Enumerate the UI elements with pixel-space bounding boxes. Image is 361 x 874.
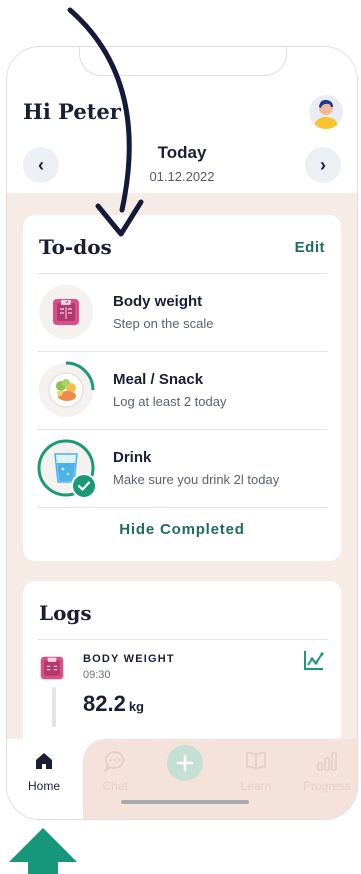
todo-item-drink[interactable]: Drink Make sure you drink 2l today: [37, 431, 327, 507]
book-icon: [226, 749, 286, 773]
log-time: 09:30: [83, 669, 111, 681]
phone-frame: Hi Peter ‹ Today 01.12.2022 › To-dos Edi…: [6, 46, 358, 820]
todo-item-body-weight[interactable]: Body weight Step on the scale: [37, 275, 327, 351]
divider: [37, 351, 327, 352]
chevron-right-icon: ›: [320, 154, 326, 175]
logs-title: Logs: [39, 601, 92, 625]
bar-chart-icon: [297, 749, 357, 773]
checkmark-icon: [71, 473, 97, 499]
scale-icon: [39, 285, 93, 339]
tab-learn[interactable]: Learn: [226, 749, 286, 793]
home-icon: [14, 749, 74, 773]
divider: [37, 639, 327, 640]
date-value: 01.12.2022: [149, 169, 215, 184]
tab-chat[interactable]: Chat: [85, 749, 145, 793]
tab-label: Progress: [302, 779, 352, 793]
tab-home[interactable]: Home: [14, 749, 74, 793]
todo-title: Meal / Snack: [113, 371, 204, 388]
hide-completed-button[interactable]: Hide Completed: [23, 521, 341, 538]
log-value: 82.2 kg: [83, 691, 144, 717]
todo-subtitle: Step on the scale: [113, 316, 214, 331]
todo-title: Body weight: [113, 293, 203, 310]
line-chart-icon[interactable]: [303, 649, 325, 676]
todo-item-meal-snack[interactable]: Meal / Snack Log at least 2 today: [37, 353, 327, 429]
device-notch: [79, 47, 287, 76]
edit-button[interactable]: Edit: [295, 239, 325, 256]
tab-progress[interactable]: Progress: [297, 749, 357, 793]
todo-subtitle: Log at least 2 today: [113, 394, 227, 409]
greeting: Hi Peter: [23, 99, 121, 124]
meal-plate-icon: [39, 361, 95, 417]
todos-card: To-dos Edit Body weight Step on the scal…: [23, 215, 341, 561]
tab-label: Learn: [240, 779, 272, 793]
log-value-number: 82.2: [83, 691, 126, 716]
todos-title: To-dos: [39, 235, 112, 259]
tab-label: Chat: [102, 779, 128, 793]
tab-label: Home: [27, 779, 60, 793]
divider: [37, 429, 327, 430]
avatar[interactable]: [309, 95, 343, 129]
up-arrow: [9, 828, 77, 874]
main-content: To-dos Edit Body weight Step on the scal…: [7, 193, 357, 819]
timeline-line: [52, 687, 56, 727]
add-button[interactable]: [167, 745, 203, 781]
log-name: BODY WEIGHT: [83, 653, 175, 665]
tab-bar: Home Chat Learn Progress: [7, 739, 357, 819]
divider: [37, 507, 327, 508]
chat-icon: [85, 749, 145, 773]
log-unit: kg: [128, 699, 144, 714]
water-glass-icon: [37, 439, 97, 499]
todo-subtitle: Make sure you drink 2l today: [113, 472, 280, 487]
scale-icon: [39, 655, 65, 686]
home-indicator: [121, 800, 249, 804]
todo-title: Drink: [113, 449, 152, 466]
divider: [37, 273, 327, 274]
next-day-button[interactable]: ›: [305, 147, 341, 183]
plus-icon: [176, 754, 194, 772]
